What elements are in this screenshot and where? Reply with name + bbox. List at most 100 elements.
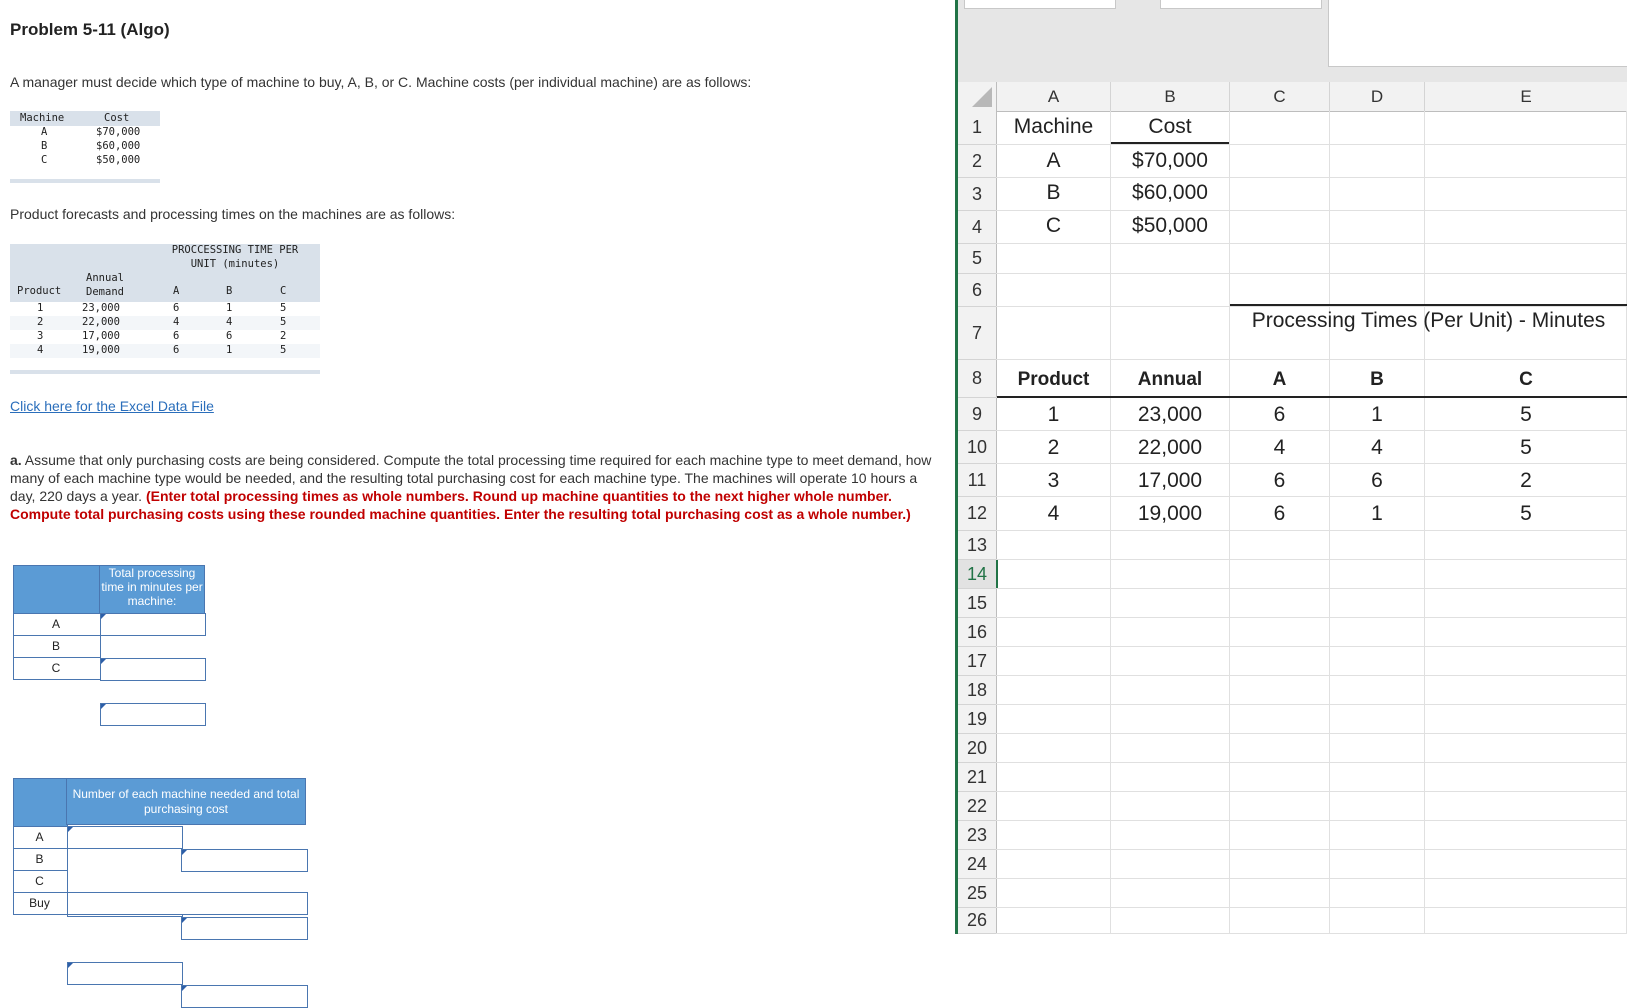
cell-a11[interactable]: 3 bbox=[997, 469, 1110, 493]
column-header-c[interactable]: C bbox=[1230, 82, 1330, 112]
row-header-9[interactable]: 9 bbox=[958, 398, 997, 431]
cell-e9[interactable]: 5 bbox=[1425, 403, 1627, 427]
cell-a9[interactable]: 1 bbox=[997, 403, 1110, 427]
forecast-header-a: A bbox=[173, 285, 180, 297]
machine-count-input-c[interactable] bbox=[67, 962, 183, 985]
row-header-23[interactable]: 23 bbox=[958, 821, 997, 850]
row-header-24[interactable]: 24 bbox=[958, 850, 997, 879]
cell-b2[interactable]: $70,000 bbox=[1111, 149, 1229, 173]
row-header-8[interactable]: 8 bbox=[958, 360, 997, 398]
column-header-d[interactable]: D bbox=[1330, 82, 1425, 112]
cell-c9[interactable]: 6 bbox=[1230, 403, 1329, 427]
cell-d9[interactable]: 1 bbox=[1330, 403, 1424, 427]
cell-c7-top-border bbox=[1230, 304, 1627, 306]
table-cell: 4 bbox=[226, 316, 233, 328]
cell-d10[interactable]: 4 bbox=[1330, 436, 1424, 460]
row-header-14[interactable]: 14 bbox=[958, 560, 998, 589]
cell-e8[interactable]: C bbox=[1425, 369, 1627, 391]
row-header-4[interactable]: 4 bbox=[958, 211, 997, 244]
excel-data-link[interactable]: Click here for the Excel Data File bbox=[10, 398, 214, 414]
grid-line bbox=[996, 646, 1627, 647]
cell-a8[interactable]: Product bbox=[997, 369, 1110, 391]
row-header-21[interactable]: 21 bbox=[958, 763, 997, 792]
formula-field[interactable] bbox=[1160, 0, 1322, 9]
purchase-cost-input-a[interactable] bbox=[181, 849, 308, 872]
cell-c12[interactable]: 6 bbox=[1230, 502, 1329, 526]
excel-pane bbox=[955, 0, 1627, 934]
table-row: 2 22,000 4 4 5 bbox=[10, 316, 320, 330]
row-header-12[interactable]: 12 bbox=[958, 497, 997, 531]
table-cell: 1 bbox=[226, 344, 233, 356]
cell-b3[interactable]: $60,000 bbox=[1111, 181, 1229, 205]
cell-c7[interactable]: Processing Times (Per Unit) - Minutes bbox=[1230, 309, 1627, 333]
grid-line bbox=[996, 430, 1627, 431]
table-cell: 5 bbox=[280, 344, 287, 356]
row-header-3[interactable]: 3 bbox=[958, 178, 997, 211]
row-label-a: A bbox=[51, 617, 60, 631]
cell-a2[interactable]: A bbox=[997, 149, 1110, 173]
row-header-20[interactable]: 20 bbox=[958, 734, 997, 763]
processing-time-input-a[interactable] bbox=[100, 613, 206, 636]
row-header-26[interactable]: 26 bbox=[958, 908, 997, 934]
row-header-10[interactable]: 10 bbox=[958, 431, 997, 464]
select-all-corner[interactable] bbox=[958, 82, 997, 112]
cell-a3[interactable]: B bbox=[997, 181, 1110, 205]
cell-c11[interactable]: 6 bbox=[1230, 469, 1329, 493]
row-header-2[interactable]: 2 bbox=[958, 145, 997, 178]
column-header-b[interactable]: B bbox=[1111, 82, 1230, 112]
buy-input[interactable] bbox=[67, 892, 308, 915]
cell-b9[interactable]: 23,000 bbox=[1111, 403, 1229, 427]
cost-table-cell: $60,000 bbox=[96, 140, 141, 152]
cell-c8[interactable]: A bbox=[1230, 369, 1329, 391]
row-header-15[interactable]: 15 bbox=[958, 589, 997, 618]
purchase-cost-input-c[interactable] bbox=[181, 985, 308, 1008]
grid-line bbox=[996, 530, 1627, 531]
processing-time-input-c[interactable] bbox=[100, 703, 206, 726]
cell-b1[interactable]: Cost bbox=[1111, 115, 1229, 139]
problem-pane: Problem 5-11 (Algo) A manager must decid… bbox=[0, 0, 955, 1008]
column-header-e[interactable]: E bbox=[1425, 82, 1627, 112]
processing-time-input-b[interactable] bbox=[100, 658, 206, 681]
cell-b8[interactable]: Annual bbox=[1111, 369, 1229, 391]
cell-a1[interactable]: Machine bbox=[997, 115, 1110, 139]
cell-a12[interactable]: 4 bbox=[997, 502, 1110, 526]
row-header-7[interactable]: 7 bbox=[958, 307, 997, 360]
grid-line bbox=[996, 210, 1627, 211]
table-cell: 5 bbox=[280, 316, 287, 328]
cell-e11[interactable]: 2 bbox=[1425, 469, 1627, 493]
cost-table-header: Cost bbox=[104, 112, 130, 124]
formula-bar[interactable] bbox=[1328, 0, 1627, 67]
row-header-17[interactable]: 17 bbox=[958, 647, 997, 676]
row-header-19[interactable]: 19 bbox=[958, 705, 997, 734]
machine-count-input-a[interactable] bbox=[67, 826, 183, 849]
row-header-13[interactable]: 13 bbox=[958, 531, 997, 560]
name-box[interactable] bbox=[964, 0, 1116, 9]
cell-d11[interactable]: 6 bbox=[1330, 469, 1424, 493]
cell-d12[interactable]: 1 bbox=[1330, 502, 1424, 526]
row-header-16[interactable]: 16 bbox=[958, 618, 997, 647]
row-header-11[interactable]: 11 bbox=[958, 464, 997, 497]
cell-a4[interactable]: C bbox=[997, 214, 1110, 238]
forecast-table: PROCCESSING TIME PER UNIT (minutes) Annu… bbox=[10, 244, 320, 374]
cell-b4[interactable]: $50,000 bbox=[1111, 214, 1229, 238]
row-header-22[interactable]: 22 bbox=[958, 792, 997, 821]
column-header-a[interactable]: A bbox=[997, 82, 1111, 112]
cell-e10[interactable]: 5 bbox=[1425, 436, 1627, 460]
cell-b10[interactable]: 22,000 bbox=[1111, 436, 1229, 460]
row-header-25[interactable]: 25 bbox=[958, 879, 997, 908]
row-label-b: B bbox=[51, 639, 60, 653]
row-header-18[interactable]: 18 bbox=[958, 676, 997, 705]
header-row-border bbox=[997, 396, 1627, 398]
grid-line bbox=[996, 306, 1627, 307]
purchase-cost-input-b[interactable] bbox=[181, 917, 308, 940]
cell-d8[interactable]: B bbox=[1330, 369, 1424, 391]
row-header-6[interactable]: 6 bbox=[958, 274, 997, 307]
row-header-5[interactable]: 5 bbox=[958, 244, 997, 274]
cell-b11[interactable]: 17,000 bbox=[1111, 469, 1229, 493]
cell-a10[interactable]: 2 bbox=[997, 436, 1110, 460]
cell-b12[interactable]: 19,000 bbox=[1111, 502, 1229, 526]
intro-text: A manager must decide which type of mach… bbox=[10, 74, 752, 90]
cell-e12[interactable]: 5 bbox=[1425, 502, 1627, 526]
row-header-1[interactable]: 1 bbox=[958, 111, 997, 145]
cell-c10[interactable]: 4 bbox=[1230, 436, 1329, 460]
